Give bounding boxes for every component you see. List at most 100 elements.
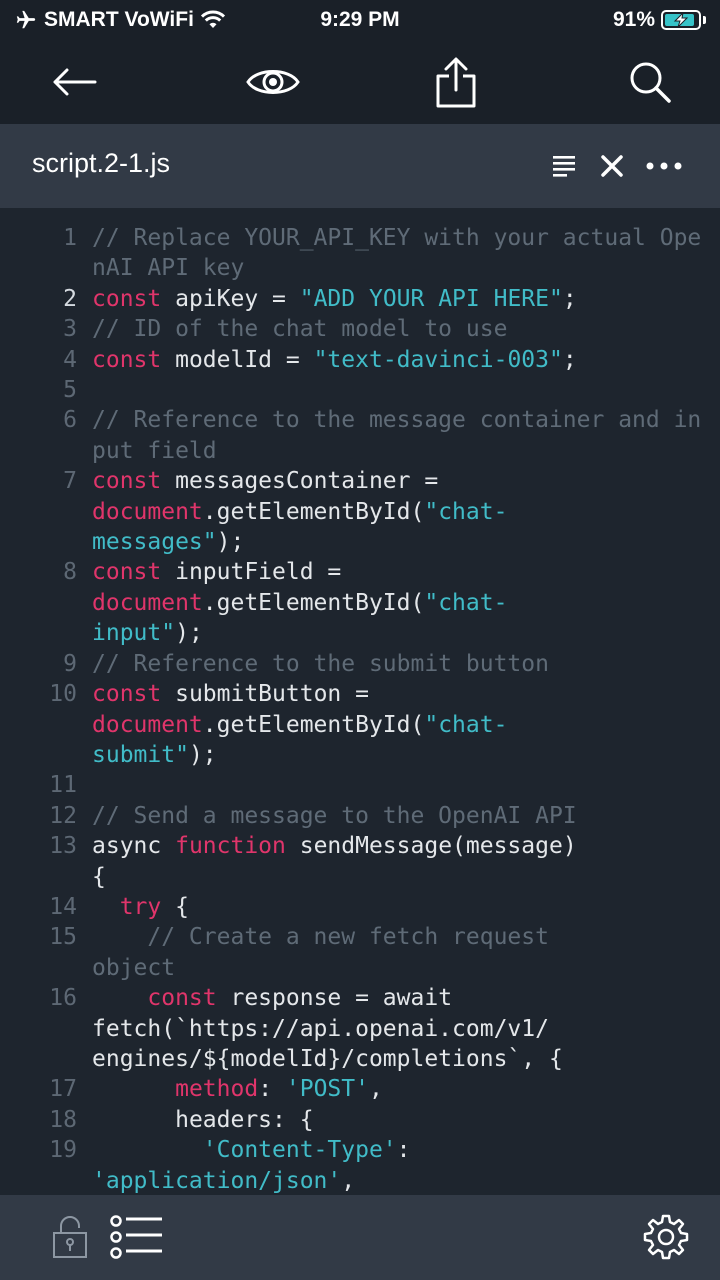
status-bar: SMART VoWiFi 9:29 PM 91% bbox=[0, 0, 720, 40]
code-line[interactable]: 13 async function sendMessage(message) { bbox=[0, 831, 720, 892]
code-line[interactable]: 12 // Send a message to the OpenAI API bbox=[0, 801, 720, 831]
code-token: , bbox=[341, 1167, 356, 1194]
charging-bolt-icon bbox=[673, 12, 689, 28]
code-token: const bbox=[92, 559, 162, 586]
list-icon bbox=[110, 1215, 162, 1259]
code-text: ​ bbox=[92, 375, 702, 405]
code-token: const bbox=[147, 985, 217, 1012]
code-line[interactable]: 3 // ID of the chat model to use bbox=[0, 314, 720, 344]
settings-button[interactable] bbox=[636, 1209, 696, 1265]
wrap-lines-button[interactable] bbox=[544, 146, 584, 186]
preview-button[interactable] bbox=[243, 52, 303, 112]
code-token: ); bbox=[216, 529, 245, 556]
code-text: const messagesContainer = document.getEl… bbox=[92, 466, 702, 557]
code-line[interactable]: 7 const messagesContainer = document.getE… bbox=[0, 466, 720, 557]
search-button[interactable] bbox=[620, 52, 680, 112]
code-line[interactable]: 9 // Reference to the submit button bbox=[0, 649, 720, 679]
code-editor[interactable]: 1 // Replace YOUR_API_KEY with your actua… bbox=[0, 208, 720, 1195]
line-number: 11 bbox=[49, 772, 77, 799]
line-number: 10 bbox=[49, 681, 77, 708]
code-line[interactable]: 5​ bbox=[0, 375, 720, 405]
line-number: 13 bbox=[49, 833, 77, 860]
code-line[interactable]: 6 // Reference to the message container a… bbox=[0, 405, 720, 466]
code-token: inputField = bbox=[175, 559, 342, 586]
code-token: // Replace YOUR_API_KEY with your actual… bbox=[92, 225, 702, 282]
share-icon bbox=[436, 57, 476, 108]
carrier-label: SMART VoWiFi bbox=[44, 8, 194, 31]
code-text: const modelId = "text-davinci-003"; bbox=[92, 345, 702, 375]
code-token: document bbox=[92, 711, 203, 738]
bottom-toolbar bbox=[0, 1195, 720, 1280]
lock-icon bbox=[53, 1216, 87, 1258]
line-number: 6 bbox=[63, 407, 77, 434]
code-text: const inputField = document.getElementBy… bbox=[92, 557, 702, 648]
battery-percent: 91% bbox=[612, 8, 655, 31]
code-token: : bbox=[258, 1076, 286, 1103]
code-token: const bbox=[92, 285, 162, 312]
wifi-icon bbox=[200, 10, 225, 28]
code-line[interactable]: 11 ​ bbox=[0, 770, 720, 800]
code-token: "ADD YOUR API HERE" bbox=[299, 285, 563, 312]
code-token: .getElementById( bbox=[202, 711, 425, 738]
share-button[interactable] bbox=[426, 52, 486, 112]
code-text: const submitButton = document.getElement… bbox=[92, 679, 702, 770]
line-number: 3 bbox=[63, 316, 77, 343]
code-line[interactable]: 1 // Replace YOUR_API_KEY with your actua… bbox=[0, 223, 720, 284]
code-line[interactable]: 19 'Content-Type': 'application/json', bbox=[0, 1135, 720, 1195]
file-name: script.2-1.js bbox=[32, 148, 171, 178]
code-token: headers: { bbox=[92, 1106, 314, 1133]
code-token: async bbox=[92, 833, 176, 860]
file-tab-header: script.2-1.js bbox=[0, 124, 720, 208]
code-line[interactable]: 18 headers: { bbox=[0, 1105, 720, 1135]
code-line[interactable]: 4 const modelId = "text-davinci-003"; bbox=[0, 345, 720, 375]
code-text: // Reference to the submit button bbox=[92, 649, 702, 679]
code-line[interactable]: 16 const response = await fetch(`https:/… bbox=[0, 983, 720, 1074]
code-line[interactable]: 14 try { bbox=[0, 892, 720, 922]
code-text: // Reference to the message container an… bbox=[92, 405, 702, 466]
code-token: const bbox=[92, 346, 162, 373]
more-button[interactable] bbox=[644, 146, 684, 186]
close-icon bbox=[601, 155, 623, 177]
line-number: 15 bbox=[49, 924, 77, 951]
code-line[interactable]: 17 method: 'POST', bbox=[0, 1074, 720, 1104]
battery-icon bbox=[661, 10, 701, 30]
code-body[interactable]: 1 // Replace YOUR_API_KEY with your actua… bbox=[0, 208, 720, 1195]
code-text: const response = await fetch(`https://ap… bbox=[92, 983, 702, 1074]
code-token: { bbox=[161, 893, 189, 920]
code-text: try { bbox=[92, 892, 702, 922]
line-number: 19 bbox=[49, 1137, 77, 1164]
code-token: ); bbox=[175, 620, 203, 647]
close-file-button[interactable] bbox=[592, 146, 632, 186]
code-token: document bbox=[92, 498, 203, 525]
airplane-icon bbox=[16, 10, 36, 29]
outline-button[interactable] bbox=[106, 1209, 166, 1265]
code-line[interactable]: 15 // Create a new fetch request object bbox=[0, 922, 720, 983]
code-line[interactable]: 2 const apiKey = "ADD YOUR API HERE"; bbox=[0, 284, 720, 314]
code-text: // Send a message to the OpenAI API bbox=[92, 801, 702, 831]
line-number: 9 bbox=[63, 650, 77, 677]
code-text: async function sendMessage(message) { bbox=[92, 831, 702, 892]
code-line[interactable]: 10 const submitButton = document.getEleme… bbox=[0, 679, 720, 770]
code-token: // Create a new fetch request object bbox=[92, 924, 549, 981]
code-token: document bbox=[92, 589, 203, 616]
battery-cap bbox=[703, 16, 706, 24]
code-token: function bbox=[175, 833, 286, 860]
code-line[interactable]: 8 const inputField = document.getElementB… bbox=[0, 557, 720, 648]
code-token: .getElementById( bbox=[202, 589, 425, 616]
code-text: // Create a new fetch request object bbox=[92, 922, 702, 983]
line-number: 5 bbox=[63, 377, 77, 404]
code-text: 'Content-Type': 'application/json', bbox=[92, 1135, 702, 1195]
code-token: const bbox=[92, 468, 162, 495]
arrow-left-icon bbox=[53, 68, 97, 96]
code-token: ; bbox=[562, 346, 577, 373]
lock-button[interactable] bbox=[40, 1209, 100, 1265]
back-button[interactable] bbox=[44, 52, 104, 112]
code-token: 'application/json' bbox=[92, 1167, 342, 1194]
code-token: .getElementById( bbox=[202, 498, 425, 525]
search-icon bbox=[630, 62, 671, 103]
line-number: 18 bbox=[49, 1106, 77, 1133]
